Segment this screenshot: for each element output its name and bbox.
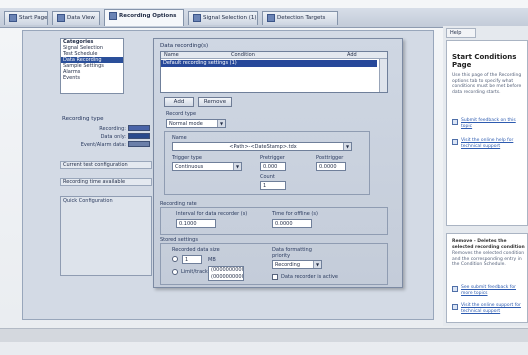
tab-detection-targets[interactable]: Detection Targets <box>262 11 338 25</box>
tab-data-view[interactable]: Data View <box>52 11 100 25</box>
interval-field[interactable]: 0.1000 <box>176 219 216 228</box>
help-title: Start Conditions Page <box>452 53 517 69</box>
table-row[interactable]: Default recording settings (1) <box>161 60 377 67</box>
help2-link2[interactable]: Visit the online support for technical s… <box>461 303 527 314</box>
pretrigger-field[interactable]: 0.000 <box>260 162 286 171</box>
help2-link1[interactable]: See submit feedback for more topics <box>461 285 527 296</box>
chevron-down-icon: ▼ <box>343 143 351 150</box>
data-recordings-title: Data recording(s) <box>160 43 209 49</box>
record-type-combo[interactable]: Normal mode ▼ <box>166 119 226 128</box>
recording-label: Recording: <box>99 126 126 132</box>
trigger-type-value: Continuous <box>175 164 204 170</box>
record-icon <box>109 11 117 20</box>
chevron-down-icon: ▼ <box>233 163 241 170</box>
help2-title: Remove - Deletes the selected recording … <box>452 239 525 250</box>
count-value: 1 <box>263 183 267 189</box>
support-link[interactable]: Visit the online help for technical supp… <box>461 138 527 149</box>
count-field[interactable]: 1 <box>260 181 286 190</box>
help2-body: Removes the selected condition and the c… <box>452 251 525 267</box>
signal-icon <box>193 13 201 22</box>
tab-strip: Start Page Data View Recording Options S… <box>0 8 528 28</box>
remove-button[interactable]: Remove <box>198 97 232 107</box>
tab-recording-options[interactable]: Recording Options <box>104 9 184 26</box>
categories-list[interactable]: Categories Signal Selection Test Schedul… <box>60 38 124 94</box>
tab-start-page[interactable]: Start Page <box>4 11 48 25</box>
offline-time-value: 0.0000 <box>275 221 293 227</box>
offline-time-field[interactable]: 0.0000 <box>272 219 312 228</box>
tab-signal-selection[interactable]: Signal Selection (1) <box>188 11 258 25</box>
feedback-icon <box>452 286 458 292</box>
offline-time-label: Time for offline (s) <box>272 211 318 217</box>
recorder-active-checkbox[interactable] <box>272 274 278 280</box>
chevron-down-icon: ▼ <box>217 120 225 127</box>
category-item[interactable]: Events <box>61 75 123 81</box>
feedback-icon <box>452 119 458 125</box>
quick-config-title: Quick Configuration <box>63 198 113 204</box>
recording-dialog: Data recording(s) Name Condition Add Def… <box>153 38 403 288</box>
pretrigger-label: Pretrigger <box>260 155 285 161</box>
name-value: <Path>-<DateStamp>.tdx <box>229 144 297 150</box>
limit-radio[interactable] <box>172 269 178 275</box>
recordings-table[interactable]: Name Condition Add Default recording set… <box>160 51 388 93</box>
current-config-link[interactable]: Current test configuration <box>60 161 152 169</box>
help-content-2: Remove - Deletes the selected recording … <box>446 233 528 323</box>
col-add: Add <box>347 52 357 58</box>
event-alarm-label: Event/Alarm data: <box>80 142 126 148</box>
trigger-type-combo[interactable]: Continuous ▼ <box>172 162 242 171</box>
trigger-type-label: Trigger type <box>172 155 203 161</box>
interval-label: Interval for data recorder (s) <box>176 211 248 217</box>
support-icon <box>452 304 458 310</box>
help-content: Start Conditions Page Use this page of t… <box>446 40 528 226</box>
table-header: Name Condition Add <box>161 52 387 59</box>
support-icon <box>452 139 458 145</box>
grid-icon <box>57 13 65 22</box>
posttrigger-value: 0.0000 <box>319 164 337 170</box>
col-name: Name <box>164 52 179 58</box>
recording-time-link[interactable]: Recording time available <box>60 178 152 186</box>
limit-field[interactable]: (0000000000) (0000000000) <box>208 266 244 281</box>
size-radio[interactable] <box>172 256 178 262</box>
recorder-active-label: Data recorder is active <box>281 274 339 280</box>
target-icon <box>267 13 275 22</box>
name-field[interactable]: <Path>-<DateStamp>.tdx ▼ <box>172 142 352 151</box>
help-tab[interactable]: Help <box>446 28 476 38</box>
recording-group-title: Recording type <box>62 116 104 122</box>
count-label: Count <box>260 174 275 180</box>
limit-value-1: (0000000000) <box>211 267 244 273</box>
name-label: Name <box>172 135 187 141</box>
data-format-value: Recording <box>275 262 301 268</box>
table-scrollbar[interactable] <box>379 59 387 92</box>
add-button[interactable]: Add <box>164 97 194 107</box>
help-body: Use this page of the Recording options t… <box>452 73 522 95</box>
posttrigger-label: Posttrigger <box>316 155 344 161</box>
record-type-label: Record type <box>166 111 197 117</box>
event-alarm-color-swatch[interactable] <box>128 141 150 147</box>
interval-value: 0.1000 <box>179 221 197 227</box>
chevron-down-icon: ▼ <box>313 261 321 268</box>
quick-config-box: Quick Configuration <box>60 196 152 276</box>
posttrigger-field[interactable]: 0.0000 <box>316 162 346 171</box>
data-only-label: Data only: <box>100 134 126 140</box>
record-type-value: Normal mode <box>169 121 203 127</box>
data-format-combo[interactable]: Recording ▼ <box>272 260 322 269</box>
limit-value-2: (0000000000) <box>211 274 244 280</box>
feedback-link[interactable]: Submit feedback on this topic <box>461 118 527 129</box>
data-size-label: Recorded data size <box>172 247 220 253</box>
pretrigger-value: 0.000 <box>263 164 278 170</box>
size-field[interactable]: 1 <box>182 255 202 264</box>
col-condition: Condition <box>231 52 255 58</box>
data-only-color-swatch[interactable] <box>128 133 150 139</box>
size-value: 1 <box>185 257 189 263</box>
status-bar <box>0 328 528 342</box>
size-unit: MB <box>208 257 216 263</box>
page-icon <box>9 13 17 22</box>
data-format-label-2: priority <box>272 253 291 259</box>
recording-color-swatch[interactable] <box>128 125 150 131</box>
